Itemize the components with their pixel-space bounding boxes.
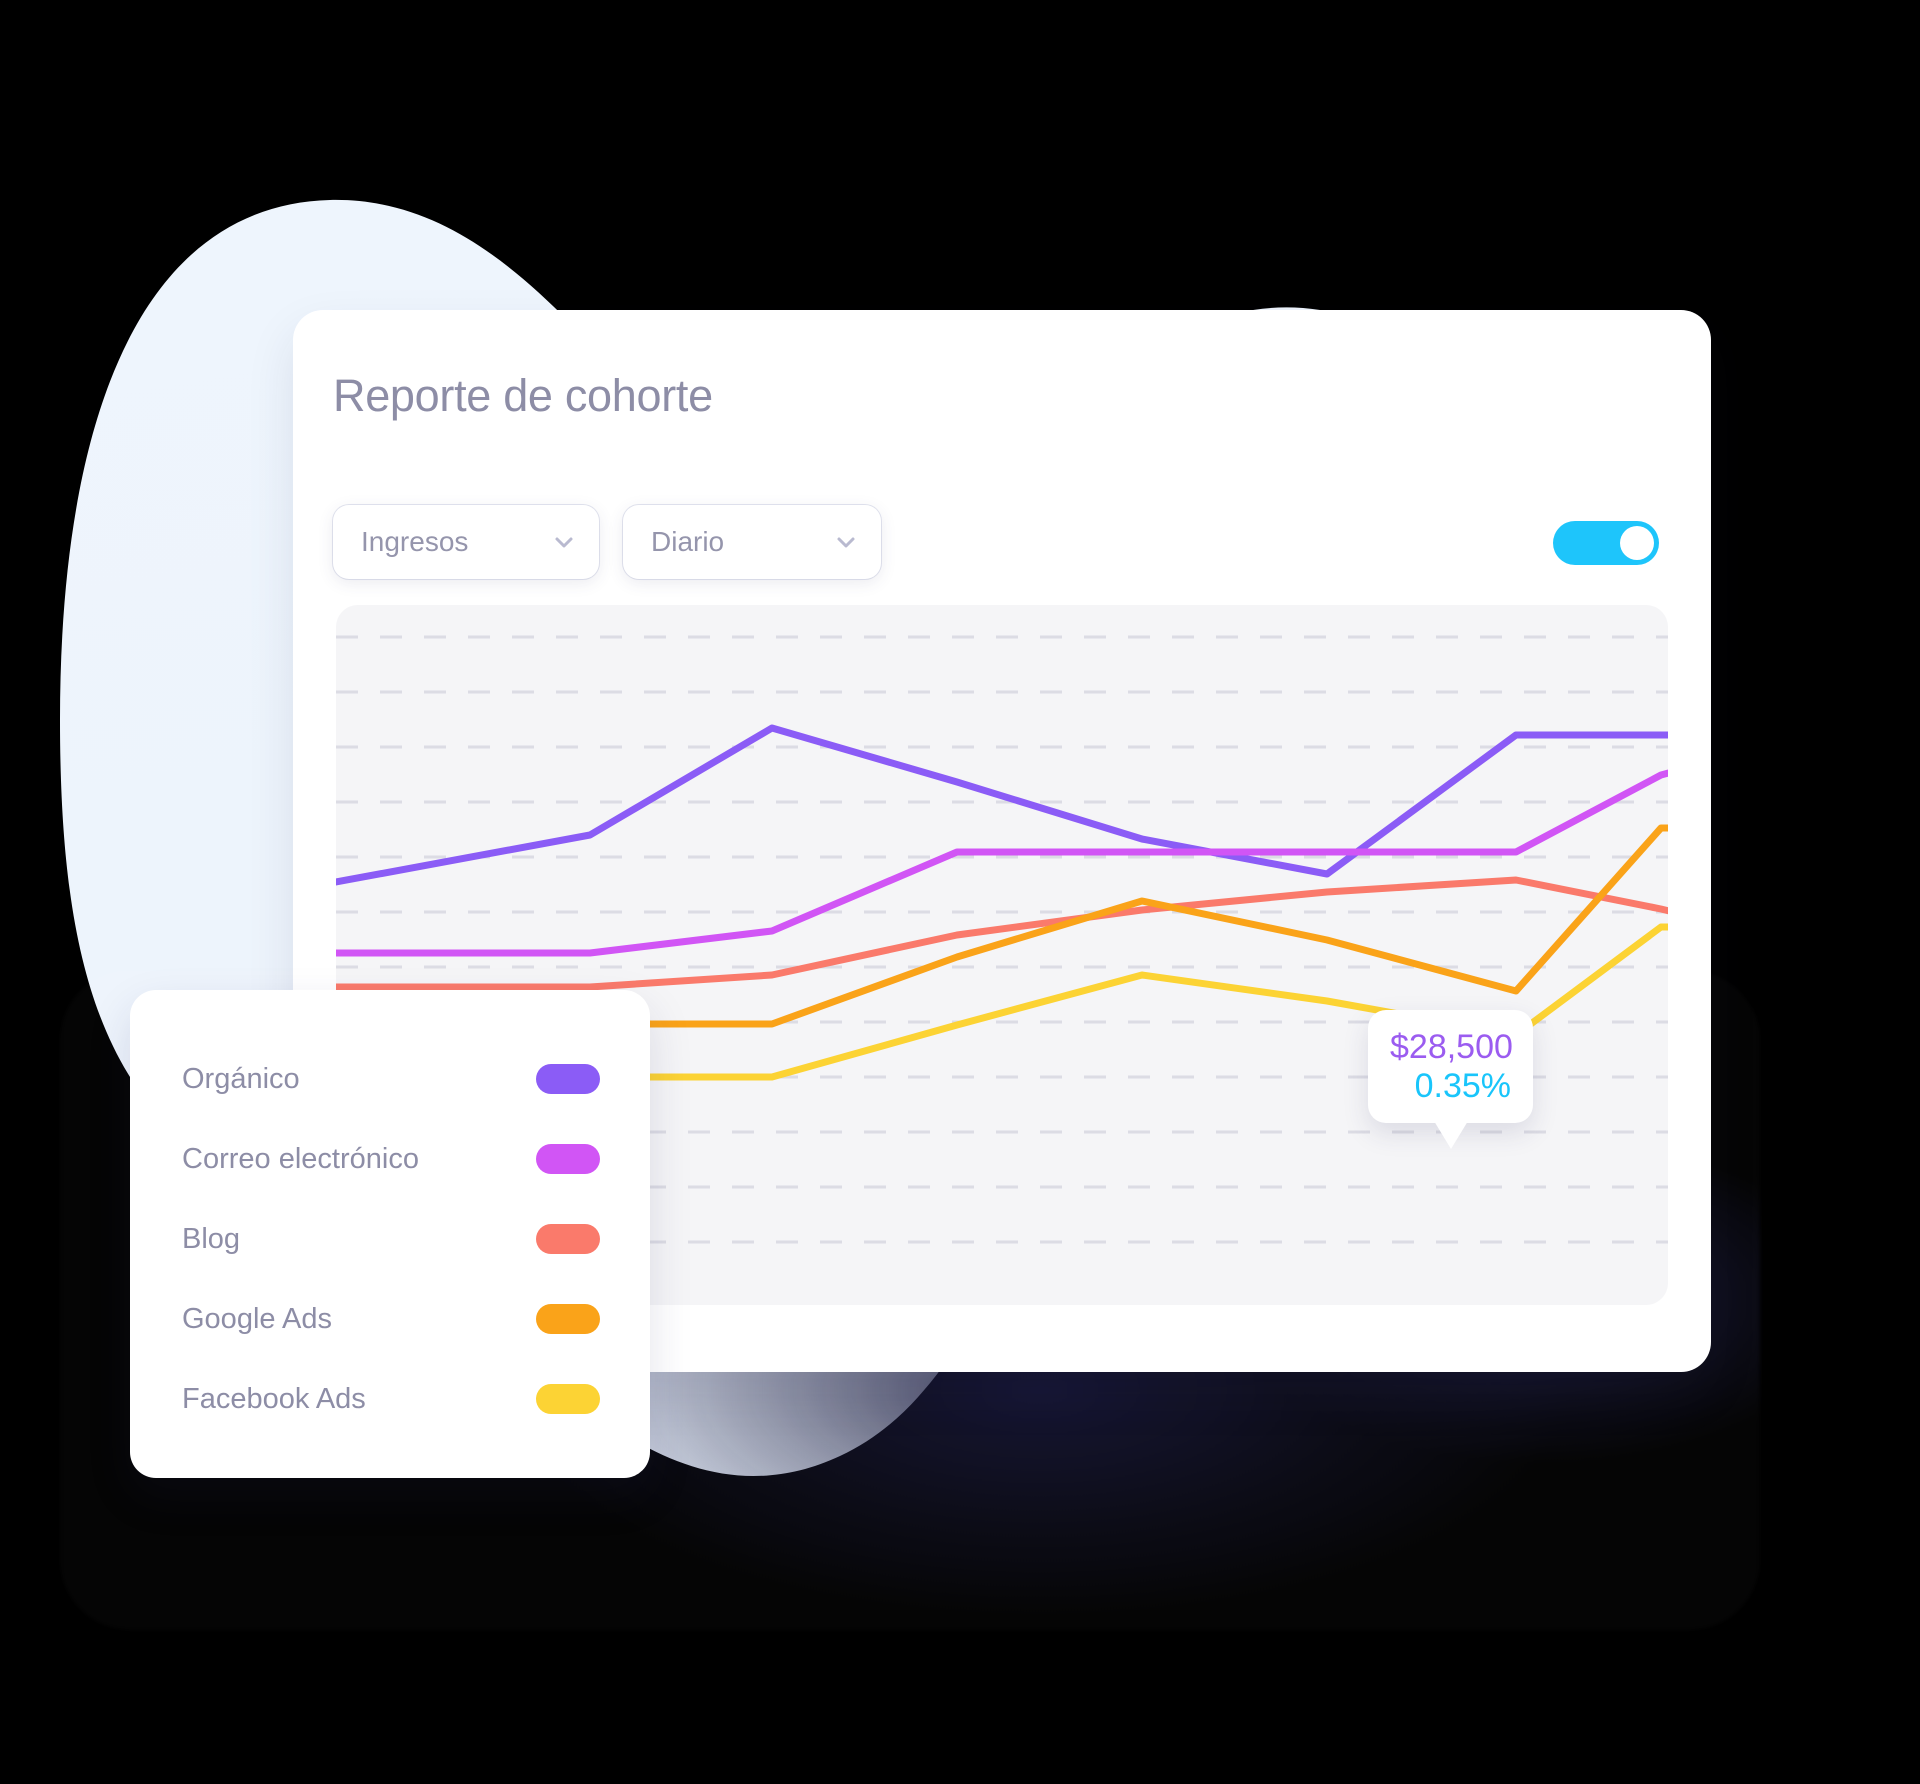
legend-item-label: Correo electrónico (182, 1142, 419, 1175)
series-line-blog (336, 876, 1668, 991)
compare-toggle[interactable] (1553, 521, 1659, 565)
legend-item-label: Google Ads (182, 1302, 332, 1335)
chevron-down-icon (833, 529, 859, 555)
list-item[interactable]: Google Ads (182, 1286, 600, 1352)
screenshot-stage: Reporte de cohorte Ingresos Diario $28,5… (0, 0, 1920, 1784)
chart-legend-card: Orgánico Correo electrónico Blog Google … (130, 990, 650, 1478)
chart-tooltip: $28,500 0.35% (1368, 1010, 1533, 1149)
series-line-correo (336, 769, 1668, 957)
page-title: Reporte de cohorte (333, 370, 713, 421)
tooltip-value: $28,500 (1390, 1028, 1513, 1066)
legend-color-swatch (536, 1064, 600, 1094)
metric-select-value: Ingresos (361, 526, 469, 557)
controls-row: Ingresos Diario (333, 505, 1671, 579)
chevron-down-icon (551, 529, 577, 555)
legend-item-label: Blog (182, 1222, 241, 1255)
list-item[interactable]: Correo electrónico (182, 1126, 600, 1192)
tooltip-percent: 0.35% (1414, 1067, 1511, 1106)
legend-color-swatch (536, 1224, 600, 1254)
metric-select[interactable]: Ingresos (333, 505, 599, 579)
legend-item-label: Facebook Ads (182, 1382, 366, 1415)
legend-color-swatch (536, 1304, 600, 1334)
legend-item-label: Orgánico (182, 1062, 300, 1095)
toggle-knob (1620, 526, 1654, 560)
list-item[interactable]: Facebook Ads (182, 1366, 600, 1432)
list-item[interactable]: Orgánico (182, 1046, 600, 1112)
period-select[interactable]: Diario (623, 505, 881, 579)
legend-color-swatch (536, 1384, 600, 1414)
series-line-organico (336, 724, 1668, 886)
list-item[interactable]: Blog (182, 1206, 600, 1272)
period-select-value: Diario (651, 526, 725, 557)
legend-color-swatch (536, 1144, 600, 1174)
